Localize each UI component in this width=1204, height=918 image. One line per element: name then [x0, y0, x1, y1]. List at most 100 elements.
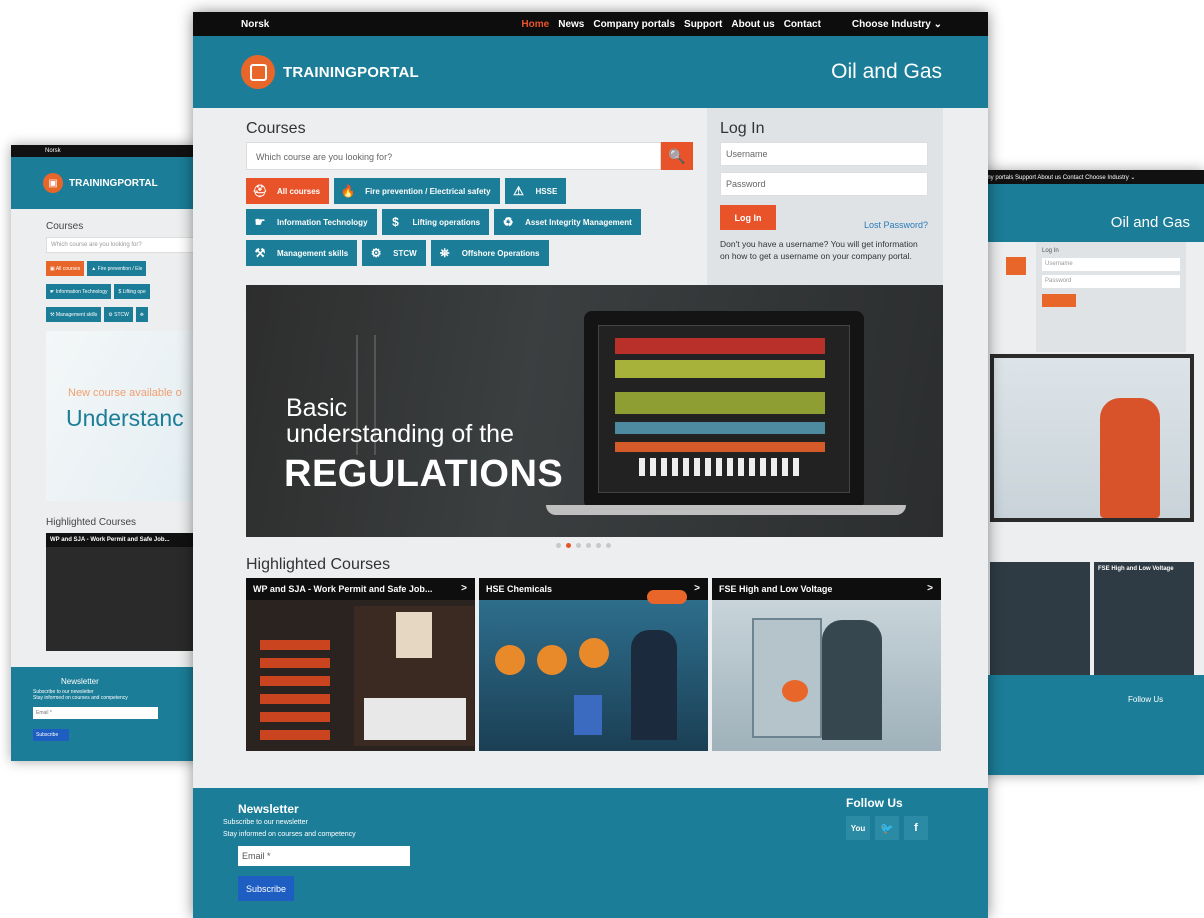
login-note: Don't you have a username? You will get … — [720, 239, 918, 261]
chevron-right-icon: > — [461, 583, 467, 594]
bg-right-card: FSE High and Low Voltage — [1094, 562, 1194, 676]
email-field[interactable]: Email * — [238, 846, 410, 866]
diagram-people — [639, 458, 799, 476]
course-card-title: HSE Chemicals — [486, 584, 553, 594]
slider-dot[interactable] — [606, 543, 611, 548]
helmet-icon: ⛑ — [252, 184, 268, 198]
category-stcw[interactable]: ⚙ STCW — [362, 240, 426, 266]
bg-left-logo-icon: ▣ — [43, 173, 63, 193]
bg-left-category-row: ▣ All courses ▲ Fire prevention / Ele — [46, 261, 201, 276]
top-navigation: Norsk Home News Company portals Support … — [193, 12, 988, 36]
twitter-icon[interactable]: 🐦 — [875, 816, 899, 840]
login-button[interactable]: Log In — [720, 205, 776, 230]
course-card[interactable]: HSE Chemicals > — [479, 578, 708, 751]
highlighted-courses-title: Highlighted Courses — [246, 556, 391, 573]
category-management-skills[interactable]: ⚒ Management skills — [246, 240, 358, 266]
bg-left-category: ▲ Fire prevention / Ele — [87, 261, 147, 276]
category-label: Management skills — [277, 248, 349, 258]
subscribe-button[interactable]: Subscribe — [238, 876, 294, 901]
slider-dot[interactable] — [586, 543, 591, 548]
chevron-right-icon: > — [927, 583, 933, 594]
brand-name[interactable]: TRAININGPORTAL — [283, 64, 419, 81]
course-thumbnail — [479, 590, 708, 751]
bg-right-presenter — [1100, 398, 1160, 518]
bg-left-card: WP and SJA - Work Permit and Safe Job... — [46, 533, 201, 651]
bg-left-category-row: ⚒ Management skills ⚙ STCW ⛯ — [46, 307, 201, 322]
category-row: ⚒ Management skills ⚙ STCW ⛯ Offshore Opera… — [246, 240, 549, 266]
nav-about-us[interactable]: About us — [731, 19, 774, 30]
thumb-document — [396, 612, 432, 658]
username-field[interactable]: Username — [720, 142, 928, 166]
slider-dot[interactable] — [556, 543, 561, 548]
facebook-icon[interactable]: f — [904, 816, 928, 840]
course-thumbnail — [712, 600, 941, 751]
category-offshore-operations[interactable]: ⛯ Offshore Operations — [430, 240, 549, 266]
bg-left-header: ▣ TRAININGPORTAL — [11, 157, 201, 209]
lost-password-link[interactable]: Lost Password? — [864, 220, 928, 230]
laptop-base — [546, 505, 906, 515]
rig-icon: ⛯ — [439, 245, 450, 260]
slider-dot-active[interactable] — [566, 543, 571, 548]
trainingportal-logo-icon[interactable] — [241, 55, 275, 89]
slider-dot[interactable] — [576, 543, 581, 548]
chemical-icon — [495, 645, 525, 675]
chevron-right-icon: > — [694, 583, 700, 594]
nav-company-portals[interactable]: Company portals — [593, 19, 675, 30]
bg-right-password: Password — [1042, 275, 1180, 288]
slider-dot[interactable] — [596, 543, 601, 548]
category-lifting-operations[interactable]: $ Lifting operations — [381, 209, 490, 235]
screenshot-stage: Norsk ▣ TRAININGPORTAL Courses Which cou… — [0, 0, 1204, 918]
logo-badge — [647, 590, 687, 604]
bg-left-footer: Newsletter Subscribe to our newsletter S… — [11, 667, 201, 761]
nav-home[interactable]: Home — [521, 19, 549, 30]
nav-contact[interactable]: Contact — [784, 19, 821, 30]
category-label: Fire prevention / Electrical safety — [365, 186, 491, 196]
logo-inner — [249, 63, 267, 81]
chemical-icon — [537, 645, 567, 675]
bg-left-category: ⛯ — [135, 307, 148, 322]
thumb-table — [364, 698, 466, 740]
course-search-input[interactable]: Which course are you looking for? — [246, 142, 661, 170]
diagram-row-orange — [615, 442, 825, 452]
category-asset-integrity[interactable]: ♻ Asset Integrity Management — [494, 209, 641, 235]
background-page-right: any portals Support About us Contact Cho… — [978, 170, 1204, 775]
category-fire-prevention[interactable]: 🔥 Fire prevention / Electrical safety — [334, 178, 500, 204]
thumb-flowchart — [260, 640, 330, 740]
laptop-screen — [598, 325, 850, 493]
worker-figure — [822, 620, 882, 740]
hero-line1: Basic — [286, 394, 348, 422]
youtube-icon[interactable]: You — [846, 816, 870, 840]
bg-right-footer: Follow Us — [978, 675, 1204, 775]
bg-right-login-title: Log In — [1042, 248, 1059, 254]
course-card-title: FSE High and Low Voltage — [719, 584, 833, 594]
hero-slider[interactable]: Basic understanding of the REGULATIONS — [246, 285, 943, 537]
category-hsse[interactable]: ⚠ HSSE — [504, 178, 567, 204]
bg-left-newsletter-text: Stay informed on courses and competency — [33, 695, 128, 701]
password-field[interactable]: Password — [720, 172, 928, 196]
course-card-header: WP and SJA - Work Permit and Safe Job...… — [246, 578, 475, 600]
choose-industry-dropdown[interactable]: Choose Industry ⌄ — [852, 19, 942, 30]
course-card[interactable]: WP and SJA - Work Permit and Safe Job...… — [246, 578, 475, 751]
category-label: Offshore Operations — [461, 248, 540, 258]
nav-news[interactable]: News — [558, 19, 584, 30]
category-label: STCW — [393, 248, 417, 258]
warning-badge-icon — [782, 680, 808, 702]
diagram-row-red — [615, 338, 825, 354]
chemical-icon — [579, 638, 609, 668]
site-header: TRAININGPORTAL Oil and Gas — [193, 36, 988, 108]
language-link[interactable]: Norsk — [241, 19, 269, 30]
search-button[interactable]: 🔍 — [661, 142, 693, 170]
course-card-title: WP and SJA - Work Permit and Safe Job... — [253, 584, 433, 594]
main-nav: Home News Company portals Support About … — [521, 19, 942, 30]
bg-left-category-row: ☛ Information Technology $ Lifting ope — [46, 284, 201, 299]
category-all-courses[interactable]: ⛑ All courses — [246, 178, 330, 204]
category-information-technology[interactable]: ☛ Information Technology — [246, 209, 377, 235]
bg-left-hero-line2: Understanc — [66, 405, 184, 431]
bg-left-category: ⚒ Management skills — [46, 307, 102, 322]
courses-title: Courses — [246, 120, 306, 137]
bg-left-category: ☛ Information Technology — [46, 284, 112, 299]
nav-support[interactable]: Support — [684, 19, 722, 30]
diagram-row-olive — [615, 360, 825, 378]
category-label: Lifting operations — [412, 217, 481, 227]
course-card[interactable]: FSE High and Low Voltage > — [712, 578, 941, 751]
